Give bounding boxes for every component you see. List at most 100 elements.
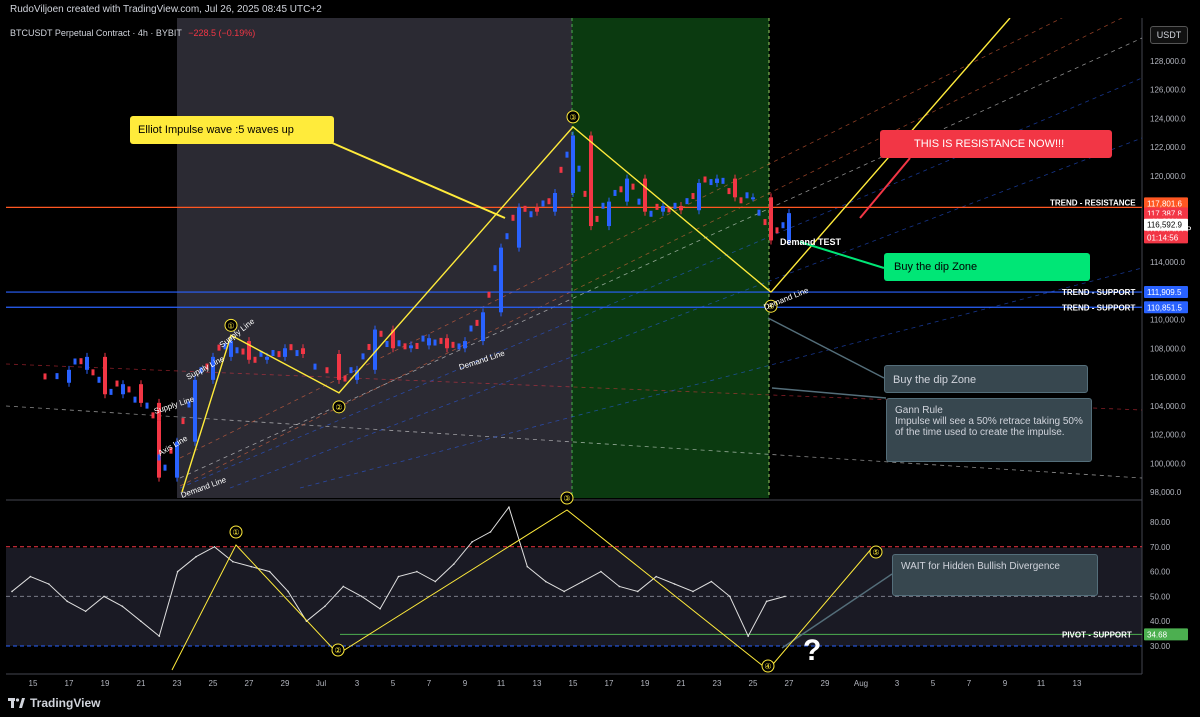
candle-body <box>343 375 347 382</box>
candle-body <box>463 341 467 349</box>
rsi-point <box>287 590 289 593</box>
rsi-point <box>121 605 124 608</box>
rsi-point <box>471 541 473 543</box>
candle-body <box>139 384 143 403</box>
grey-zone <box>177 18 572 498</box>
footer: TradingView <box>8 696 100 710</box>
time-tick-label: 29 <box>821 679 830 688</box>
time-tick-label: 5 <box>931 679 936 688</box>
candle-body <box>589 135 593 227</box>
candle-body <box>583 190 587 197</box>
gann-callout[interactable]: Gann Rule Impulse will see a 50% retrace… <box>886 398 1092 462</box>
rsi-point <box>765 600 768 603</box>
candle-body <box>145 402 149 409</box>
rsi-tick-label: 40.00 <box>1150 617 1171 626</box>
candle-body <box>703 176 707 183</box>
price-tick-label: 110,000.0 <box>1150 316 1186 325</box>
candle-body <box>505 233 509 240</box>
rsi-point <box>618 585 621 588</box>
trend-resistance-label: TREND - RESISTANCE <box>1050 198 1136 207</box>
time-tick-label: 9 <box>1003 679 1008 688</box>
candle-body <box>403 343 407 350</box>
time-tick-label: 17 <box>605 679 614 688</box>
candle-body <box>523 205 527 212</box>
candle-body <box>619 186 623 193</box>
candle-body <box>379 330 383 337</box>
candle-body <box>679 205 683 211</box>
elliot-callout[interactable]: Elliot Impulse wave :5 waves up <box>130 116 334 144</box>
candle-body <box>427 338 431 346</box>
candle-body <box>313 363 317 370</box>
candle-body <box>535 207 539 212</box>
symbol-change: −228.5 (−0.19%) <box>188 28 256 38</box>
candle-body <box>775 227 779 234</box>
price-tick-label: 98,000.0 <box>1150 488 1182 497</box>
candle-body <box>157 440 161 447</box>
time-tick-label: 25 <box>749 679 758 688</box>
candle-body <box>301 348 305 354</box>
candle-body <box>97 376 101 383</box>
time-tick-label: 19 <box>641 679 650 688</box>
candle-body <box>529 211 533 218</box>
buy-dip-callout[interactable]: Buy the dip Zone <box>884 253 1090 281</box>
candle-body <box>547 198 551 205</box>
time-tick-label: 21 <box>137 679 146 688</box>
rsi-point <box>103 595 105 598</box>
candle-body <box>79 358 83 365</box>
candle-body <box>517 207 521 248</box>
candle-body <box>757 209 761 216</box>
rsi-point <box>324 605 326 608</box>
candle-body <box>85 356 89 370</box>
candle-body <box>697 182 701 211</box>
rsi-tick-label: 60.00 <box>1150 568 1171 577</box>
price-tag-label: 117,801.6 <box>1147 199 1183 208</box>
time-tick-label: 21 <box>677 679 686 688</box>
rsi-point <box>213 546 216 548</box>
time-tick-label: 17 <box>65 679 74 688</box>
candle-body <box>241 348 245 355</box>
rsi-wave-label: ④ <box>764 662 771 671</box>
rsi-point <box>508 506 510 508</box>
price-tick-label: 126,000.0 <box>1150 86 1186 95</box>
rsi-point <box>673 583 676 585</box>
candle-body <box>451 341 455 348</box>
price-tick-label: 124,000.0 <box>1150 114 1186 123</box>
candle-body <box>781 222 785 229</box>
rsi-point <box>195 555 197 558</box>
price-tick-label: 104,000.0 <box>1150 402 1186 411</box>
time-tick-label: 3 <box>355 679 360 688</box>
price-tick-label: 106,000.0 <box>1150 373 1186 382</box>
candle-body <box>499 247 503 313</box>
time-tick-label: 15 <box>569 679 578 688</box>
wait-callout[interactable]: WAIT for Hidden Bullish Divergence <box>892 554 1098 596</box>
candle-body <box>421 335 425 342</box>
time-tick-label: 23 <box>173 679 182 688</box>
candle-body <box>559 166 563 173</box>
currency-button[interactable]: USDT <box>1150 26 1188 44</box>
rsi-point <box>158 635 161 637</box>
candle-body <box>625 178 629 202</box>
candle-body <box>91 369 95 376</box>
candle-body <box>541 200 545 207</box>
candle-body <box>769 197 773 241</box>
time-tick-label: 13 <box>533 679 542 688</box>
candle-body <box>445 338 449 349</box>
resistance-callout[interactable]: THIS IS RESISTANCE NOW!!! <box>880 130 1112 158</box>
chart-area[interactable]: 130,000.0128,000.0126,000.0124,000.0122,… <box>0 0 1200 690</box>
time-tick-label: 7 <box>427 679 432 688</box>
price-tick-label: 102,000.0 <box>1150 431 1186 440</box>
candle-body <box>337 354 341 380</box>
author-line: RudoViljoen created with TradingView.com… <box>10 4 322 15</box>
candle-body <box>325 367 329 374</box>
price-tick-label: 128,000.0 <box>1150 57 1186 66</box>
wave-label: ③ <box>569 113 576 122</box>
buy-dip-callout-2[interactable]: Buy the dip Zone <box>884 365 1088 393</box>
rsi-wave-label: ③ <box>563 494 570 503</box>
rsi-point <box>250 565 253 568</box>
rsi-point <box>29 575 32 578</box>
rsi-point <box>176 570 179 573</box>
candle-body <box>433 339 437 346</box>
time-tick-label: 3 <box>895 679 900 688</box>
rsi-wave-label: ① <box>232 528 239 537</box>
rsi-tick-label: 70.00 <box>1150 543 1171 552</box>
